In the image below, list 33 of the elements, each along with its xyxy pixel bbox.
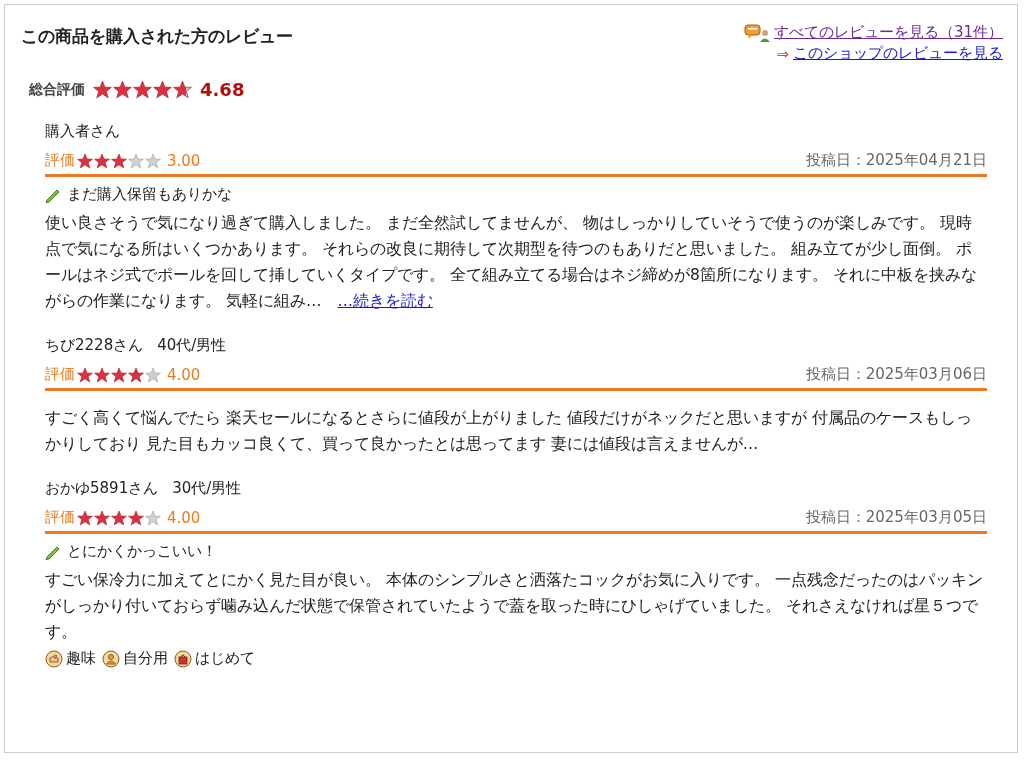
reviewer-name: 購入者さん: [45, 122, 120, 141]
reviewer-name: おかゆ5891さん: [45, 479, 159, 498]
review-text: 使い良さそうで気になり過ぎて購入しました。 まだ全然試してませんが、 物はしっかりしていそうで使うのが楽しみです。 現時点で気になる所はいくつかあります。 それらの改良に期待して次期型を待つのもありだと思いました。 組み立てが少し面倒。 ポールはネジ式でポールを回して挿していくタイプです。 全て組み立てる場合はネジ締めが8箇所になります。 それに中板を挟みながらの作業になります。 気軽に組み… …続きを読む: [45, 213, 978, 312]
overall-rating-label: 総合評価: [29, 80, 85, 99]
rating-score: 3.00: [167, 151, 201, 170]
tag-label: はじめて: [195, 649, 255, 668]
reviewer-name: ちび2228さん: [45, 336, 144, 355]
all-reviews-link[interactable]: すべてのレビューを見る（31件）: [773, 23, 1003, 42]
rating-label: 評価: [45, 151, 75, 170]
chat-user-icon: [743, 23, 770, 42]
arrow-glyph: ⇒: [776, 44, 789, 63]
review-title: とにかくかっこいい！: [67, 542, 217, 561]
hand-icon: [45, 649, 63, 668]
shop-reviews-link[interactable]: このショップのレビューを見る: [793, 44, 1003, 63]
rating-label: 評価: [45, 508, 75, 527]
rating-label: 評価: [45, 365, 75, 384]
bag-icon: [174, 649, 192, 668]
tag-label: 自分用: [123, 649, 168, 668]
tag-label: 趣味: [66, 649, 96, 668]
review-text: すごい保冷力に加えてとにかく見た目が良い。 本体のシンプルさと洒落たコックがお気に入りです。 一点残念だったのはパッキンがしっかり付いておらず噛み込んだ状態で保管されていたようで蓋を取った時にひしゃげていました。 それさえなければ星５つです。: [45, 570, 984, 643]
rating-score: 4.00: [167, 508, 201, 527]
reviewer-profile: 40代/男性: [157, 336, 227, 355]
post-date: 投稿日：2025年03月06日: [805, 365, 987, 384]
read-more-link[interactable]: …続きを読む: [337, 292, 433, 310]
overall-score: 4.68: [200, 79, 245, 100]
post-date: 投稿日：2025年03月05日: [805, 508, 987, 527]
section-title: この商品を購入された方のレビュー: [21, 25, 293, 48]
post-date: 投稿日：2025年04月21日: [805, 151, 987, 170]
review-title: まだ購入保留もありかな: [67, 185, 232, 204]
review-text: すごく高くて悩んでたら 楽天セールになるとさらに値段が上がりました 値段だけがネックだと思いますが 付属品のケースもしっかりしており 見た目もカッコ良くて、買って良かったとは思ってます 妻には値段は言えませんが…: [45, 408, 973, 455]
rating-score: 4.00: [167, 365, 201, 384]
person-icon: [102, 649, 120, 668]
reviewer-profile: 30代/男性: [172, 479, 242, 498]
